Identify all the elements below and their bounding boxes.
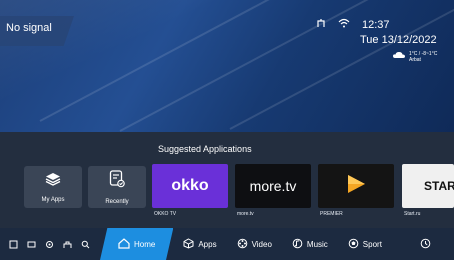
premier-caption: PREMIER: [320, 211, 343, 217]
user-icon: [316, 18, 326, 31]
layers-icon: [45, 172, 61, 191]
hero-banner: No signal 12:37 Tue 13/12/2022 1°C / -8~…: [0, 0, 454, 132]
media-icon[interactable]: [26, 239, 36, 249]
tab-apps[interactable]: Apps: [173, 228, 226, 260]
start-tile[interactable]: START: [402, 164, 454, 208]
start-logo: START: [424, 179, 454, 193]
status-bar: 12:37: [316, 18, 390, 31]
start-caption: Start.ru: [404, 211, 421, 217]
tab-music[interactable]: Music: [282, 228, 338, 260]
input-source-icon[interactable]: [8, 239, 18, 249]
section-title: Suggested Applications: [158, 144, 252, 154]
moretv-logo: more.tv: [249, 178, 297, 194]
tab-music-label: Music: [306, 239, 328, 249]
tab-home-label: Home: [134, 239, 156, 249]
recent-doc-icon: [109, 169, 125, 193]
clock-time: 12:37: [362, 18, 390, 31]
tab-sport[interactable]: Sport: [338, 228, 392, 260]
my-apps-label: My Apps: [41, 196, 65, 203]
recently-label: Recently: [105, 198, 129, 205]
weather-city: Arbat: [409, 57, 421, 63]
wifi-icon: [338, 18, 350, 31]
tab-video[interactable]: Video: [227, 228, 282, 260]
cube-icon: [183, 237, 194, 251]
tab-video-label: Video: [251, 239, 272, 249]
tab-sport-label: Sport: [362, 239, 382, 249]
recently-tile[interactable]: Recently: [88, 166, 146, 208]
moretv-caption: more.tv: [237, 211, 254, 217]
tab-home[interactable]: Home: [100, 228, 174, 260]
music-note-icon: [292, 238, 303, 251]
okko-logo: okko: [171, 177, 209, 194]
suggested-apps-panel: Suggested Applications My Apps Recently …: [0, 132, 454, 228]
play-triangle-icon: [345, 173, 367, 200]
cloud-snow-icon: [392, 48, 406, 66]
bottom-navbar: Home Apps Video Music Sport: [0, 228, 454, 260]
search-icon[interactable]: [80, 239, 90, 249]
premier-tile[interactable]: [318, 164, 394, 208]
film-reel-icon: [237, 238, 248, 251]
soccer-ball-icon: [348, 238, 359, 251]
tab-more[interactable]: [392, 228, 441, 260]
gear-icon[interactable]: [44, 239, 54, 249]
quick-icons: [0, 239, 100, 249]
home-icon: [118, 237, 130, 251]
weather-widget: 1°C / -8~1°C Arbat: [392, 48, 437, 66]
date-label: Tue 13/12/2022: [360, 34, 437, 46]
okko-caption: OKKO TV: [154, 211, 177, 217]
person-icon[interactable]: [62, 239, 72, 249]
my-apps-tile[interactable]: My Apps: [24, 166, 82, 208]
okko-tile[interactable]: okko: [152, 164, 228, 208]
clock-icon: [420, 238, 431, 251]
moretv-tile[interactable]: more.tv: [235, 164, 311, 208]
no-signal-label: No signal: [0, 16, 74, 46]
tab-apps-label: Apps: [198, 239, 217, 249]
